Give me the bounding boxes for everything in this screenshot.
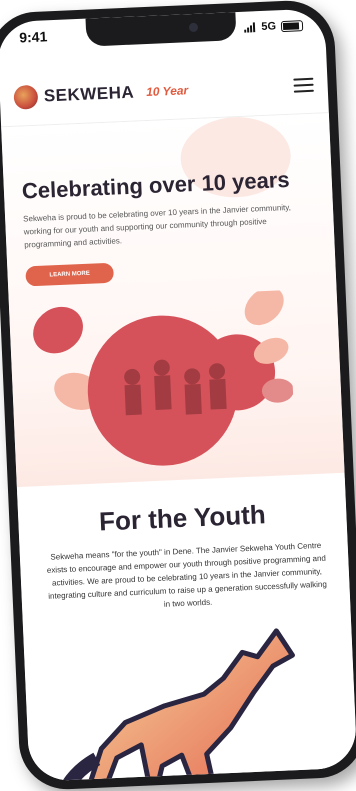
hero-title: Celebrating over 10 years — [21, 166, 291, 204]
year-badge: 10 Year — [145, 83, 189, 100]
hamburger-icon[interactable] — [293, 77, 314, 93]
network-label: 5G — [261, 20, 277, 33]
hero-body: Sekweha is proud to be celebrating over … — [22, 202, 292, 250]
collage-petal-1 — [244, 290, 284, 326]
signal-icon — [244, 22, 256, 33]
battery-icon — [280, 19, 304, 32]
hero-section: Celebrating over 10 years Sekweha is pro… — [1, 113, 345, 488]
phone-screen: 9:41 5G SEKWEHA 10 Year Celebrating over… — [0, 8, 356, 782]
phone-frame: 9:41 5G SEKWEHA 10 Year Celebrating over… — [0, 0, 356, 791]
wolf-illustration — [52, 628, 295, 782]
status-right: 5G — [244, 19, 304, 34]
brand-name[interactable]: SEKWEHA — [43, 83, 134, 107]
youth-body: Sekweha means "for the youth" in Dene. T… — [46, 540, 327, 609]
learn-more-button[interactable]: LEARN MORE — [25, 262, 115, 287]
status-bar: 9:41 5G — [0, 8, 326, 54]
youth-title: For the Youth — [98, 499, 267, 537]
collage-leaf-left — [33, 306, 83, 354]
youth-section: For the Youth Sekweha means "for the you… — [17, 477, 356, 782]
photo-collage — [33, 290, 294, 466]
logo-icon[interactable] — [13, 84, 39, 110]
status-time: 9:41 — [18, 28, 48, 46]
